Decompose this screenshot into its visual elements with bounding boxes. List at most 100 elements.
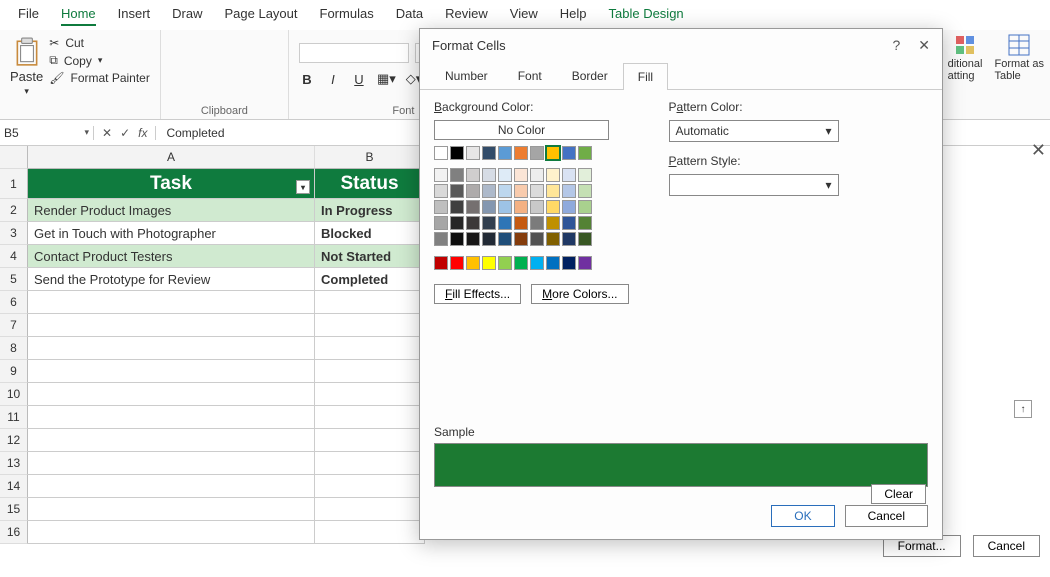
cell[interactable] [315, 383, 425, 406]
color-swatch[interactable] [546, 232, 560, 246]
color-swatch[interactable] [546, 256, 560, 270]
color-swatch[interactable] [514, 232, 528, 246]
cell-task[interactable]: Send the Prototype for Review [28, 268, 315, 291]
row-header[interactable]: 4 [0, 245, 28, 268]
cell-status[interactable]: Completed [315, 268, 425, 291]
cell[interactable] [28, 475, 315, 498]
color-swatch[interactable] [546, 200, 560, 214]
color-swatch[interactable] [530, 216, 544, 230]
cancel-button[interactable]: Cancel [845, 505, 928, 527]
row-header[interactable]: 13 [0, 452, 28, 475]
formula-value[interactable]: Completed [155, 126, 224, 140]
menu-help[interactable]: Help [560, 6, 587, 26]
col-header-a[interactable]: A [28, 146, 315, 169]
color-swatch[interactable] [498, 146, 512, 160]
header-task[interactable]: Task▾ [28, 169, 315, 199]
color-swatch[interactable] [498, 200, 512, 214]
ok-button[interactable]: OK [771, 505, 834, 527]
underline-button[interactable]: U [351, 72, 367, 87]
color-swatch[interactable] [482, 200, 496, 214]
underlying-cancel-button[interactable]: Cancel [973, 535, 1040, 557]
color-swatch[interactable] [578, 256, 592, 270]
copy-button[interactable]: ⧉Copy▾ [49, 53, 150, 68]
color-swatch[interactable] [434, 256, 448, 270]
row-header[interactable]: 14 [0, 475, 28, 498]
color-swatch[interactable] [482, 146, 496, 160]
select-all-cell[interactable] [0, 146, 28, 169]
color-swatch[interactable] [562, 216, 576, 230]
italic-button[interactable]: I [325, 72, 341, 87]
confirm-edit-icon[interactable]: ✓ [120, 126, 130, 140]
row-header[interactable]: 7 [0, 314, 28, 337]
col-header-b[interactable]: B [315, 146, 425, 169]
cell[interactable] [28, 337, 315, 360]
color-swatch[interactable] [450, 184, 464, 198]
paste-button[interactable]: Paste ▾ [10, 33, 43, 97]
row-header[interactable]: 12 [0, 429, 28, 452]
cell[interactable] [315, 406, 425, 429]
color-swatch[interactable] [482, 256, 496, 270]
font-family-select[interactable] [299, 43, 409, 63]
cell[interactable] [315, 429, 425, 452]
bold-button[interactable]: B [299, 72, 315, 87]
color-swatch[interactable] [450, 146, 464, 160]
cut-button[interactable]: ✂Cut [49, 36, 150, 50]
tab-font[interactable]: Font [503, 62, 557, 89]
color-swatch[interactable] [546, 168, 560, 182]
color-swatch[interactable] [514, 256, 528, 270]
cell-task[interactable]: Get in Touch with Photographer [28, 222, 315, 245]
color-swatch[interactable] [482, 184, 496, 198]
row-header[interactable]: 9 [0, 360, 28, 383]
color-swatch[interactable] [562, 200, 576, 214]
row-header[interactable]: 2 [0, 199, 28, 222]
color-swatch[interactable] [562, 184, 576, 198]
cell[interactable] [28, 406, 315, 429]
color-swatch[interactable] [530, 232, 544, 246]
color-swatch[interactable] [450, 256, 464, 270]
cell-task[interactable]: Render Product Images [28, 199, 315, 222]
pattern-style-select[interactable]: ▾ [669, 174, 839, 196]
color-swatch[interactable] [546, 146, 560, 160]
row-header[interactable]: 11 [0, 406, 28, 429]
color-swatch[interactable] [450, 168, 464, 182]
tab-border[interactable]: Border [557, 62, 623, 89]
color-swatch[interactable] [530, 256, 544, 270]
color-swatch[interactable] [530, 200, 544, 214]
fill-effects-button[interactable]: Fill Effects... [434, 284, 521, 304]
fx-icon[interactable]: fx [138, 126, 147, 140]
color-swatch[interactable] [466, 232, 480, 246]
color-swatch[interactable] [498, 168, 512, 182]
cell[interactable] [315, 521, 425, 544]
format-as-table-button[interactable]: Format as Table [988, 30, 1050, 119]
cell[interactable] [315, 498, 425, 521]
cell[interactable] [28, 383, 315, 406]
cell[interactable] [28, 314, 315, 337]
menu-table-design[interactable]: Table Design [609, 6, 684, 26]
cell-status[interactable]: Not Started [315, 245, 425, 268]
header-status[interactable]: Status [315, 169, 425, 199]
row-header[interactable]: 16 [0, 521, 28, 544]
color-swatch[interactable] [514, 184, 528, 198]
cell[interactable] [28, 429, 315, 452]
cell-task[interactable]: Contact Product Testers [28, 245, 315, 268]
tab-fill[interactable]: Fill [623, 63, 668, 90]
row-header[interactable]: 10 [0, 383, 28, 406]
color-swatch[interactable] [578, 184, 592, 198]
filter-icon[interactable]: ▾ [296, 180, 310, 194]
cell[interactable] [315, 314, 425, 337]
color-swatch[interactable] [466, 216, 480, 230]
color-swatch[interactable] [498, 232, 512, 246]
color-swatch[interactable] [546, 216, 560, 230]
color-swatch[interactable] [498, 216, 512, 230]
cell[interactable] [28, 291, 315, 314]
tab-number[interactable]: Number [430, 62, 503, 89]
scroll-up-button[interactable]: ↑ [1014, 400, 1032, 418]
color-swatch[interactable] [562, 256, 576, 270]
color-swatch[interactable] [434, 216, 448, 230]
row-header[interactable]: 8 [0, 337, 28, 360]
name-box[interactable]: B5▾ [0, 126, 94, 140]
menu-file[interactable]: File [18, 6, 39, 26]
cell[interactable] [28, 360, 315, 383]
color-swatch[interactable] [514, 216, 528, 230]
row-header[interactable]: 15 [0, 498, 28, 521]
